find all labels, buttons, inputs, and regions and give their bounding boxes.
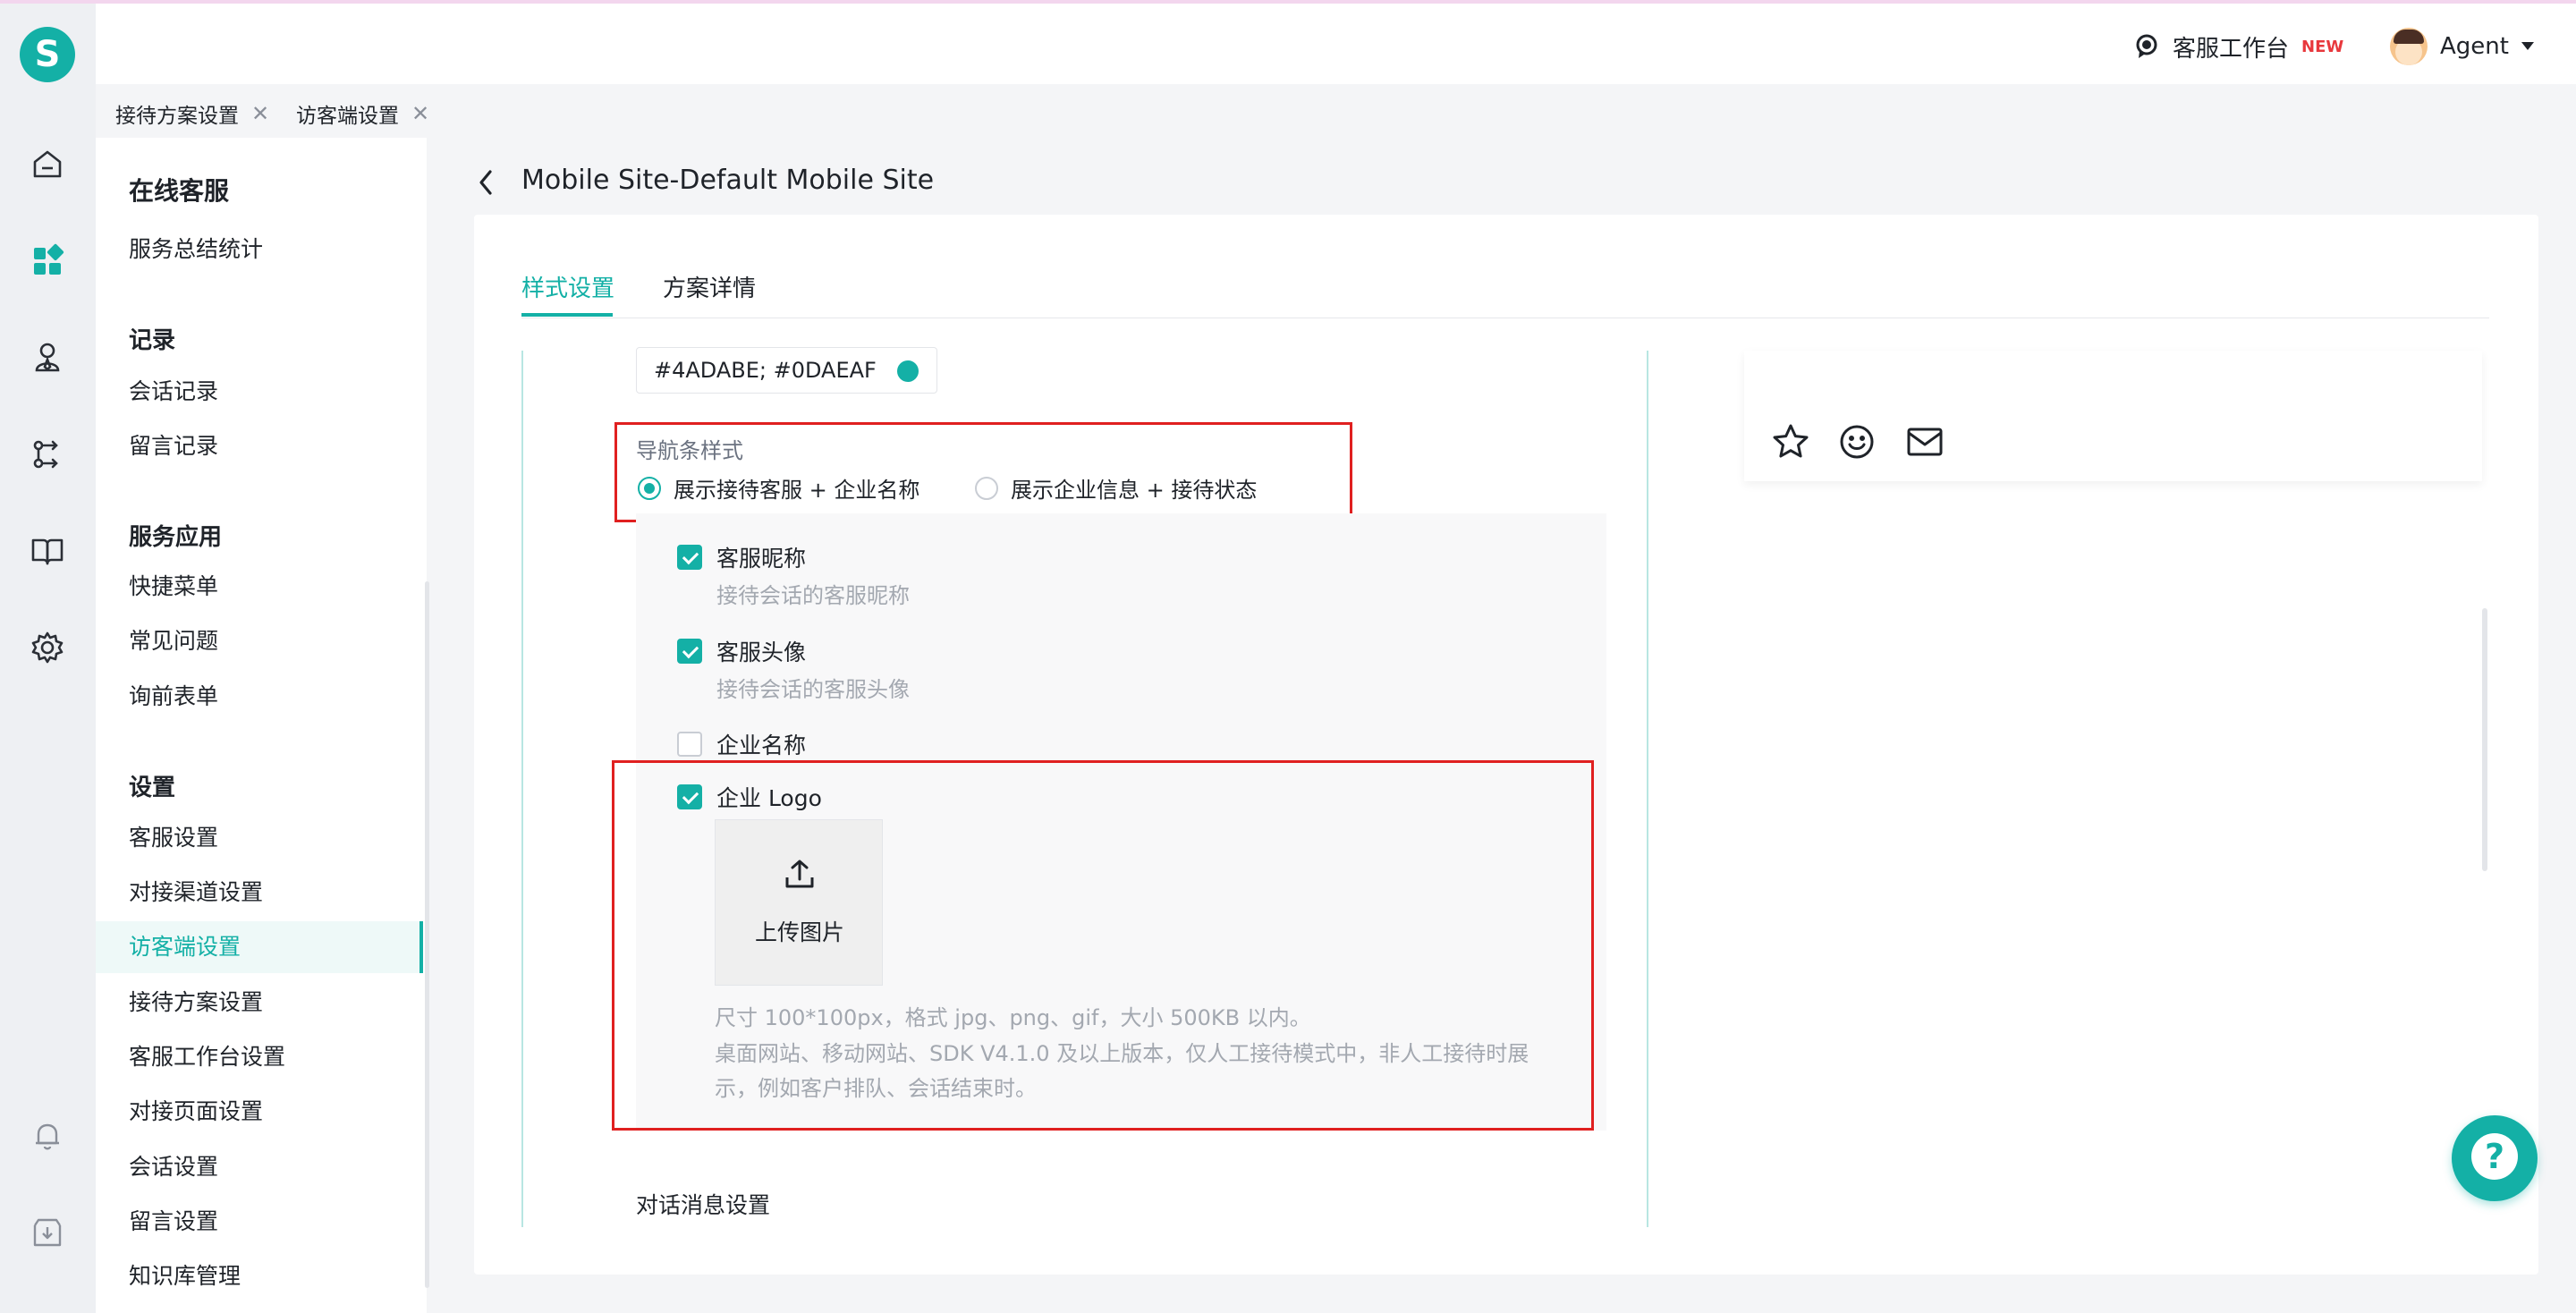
color-swatch[interactable]	[897, 360, 919, 382]
icon-rail: S	[0, 4, 96, 1313]
upload-hint: 示，例如客户排队、会话结束时。	[715, 1076, 1037, 1101]
app-logo[interactable]: S	[20, 27, 75, 82]
workbench-label: 客服工作台	[2173, 35, 2290, 63]
nav-option-agent-company[interactable]: 展示接待客服 + 企业名称	[638, 472, 919, 504]
menu-item-quick-menu[interactable]: 快捷菜单	[96, 561, 423, 613]
menu-group-settings: 设置	[129, 775, 176, 801]
radio-label: 展示接待客服 + 企业名称	[674, 478, 920, 503]
theme-color-value: #4ADABE; #0DAEAF	[654, 358, 877, 383]
mobile-preview	[1744, 351, 2482, 481]
preview-scrollbar[interactable]	[2482, 608, 2487, 871]
help-icon: ?	[2471, 1133, 2518, 1180]
checkbox-description: 接待会话的客服昵称	[716, 583, 910, 608]
checkbox-label: 企业名称	[716, 733, 807, 758]
menu-item-knowledge-base[interactable]: 知识库管理	[96, 1250, 423, 1302]
checkbox-checked[interactable]	[677, 784, 702, 809]
menu-item-message-records[interactable]: 留言记录	[96, 420, 423, 472]
tab-reception-plan[interactable]: 接待方案设置 ✕	[115, 98, 269, 129]
star-icon[interactable]	[1771, 422, 1810, 462]
download-icon[interactable]	[30, 1215, 65, 1250]
nav-option-company-status[interactable]: 展示企业信息 + 接待状态	[975, 472, 1257, 504]
apps-icon[interactable]	[30, 243, 65, 279]
book-icon[interactable]	[30, 533, 65, 569]
menu-item-agent-settings[interactable]: 客服设置	[96, 812, 423, 864]
checkbox-checked[interactable]	[677, 545, 702, 570]
menu-group-apps: 服务应用	[129, 524, 223, 551]
mail-icon[interactable]	[1905, 422, 1945, 462]
message-settings-title: 对话消息设置	[636, 1192, 771, 1218]
caret-down-icon	[2521, 42, 2534, 50]
close-icon[interactable]: ✕	[411, 101, 429, 126]
menu-item-session-settings[interactable]: 会话设置	[96, 1141, 423, 1193]
menu-item-message-settings[interactable]: 留言设置	[96, 1196, 423, 1248]
radio-unselected[interactable]	[975, 476, 998, 500]
menu-item-workbench-settings[interactable]: 客服工作台设置	[96, 1031, 423, 1083]
upload-hint: 尺寸 100*100px，格式 jpg、png、gif，大小 500KB 以内。	[715, 1005, 1311, 1030]
checkbox-company-name[interactable]: 企业名称	[677, 728, 806, 760]
headset-icon	[2136, 34, 2157, 58]
workbench-link[interactable]: 客服工作台 NEW	[2131, 27, 2343, 66]
upload-hint: 桌面网站、移动网站、SDK V4.1.0 及以上版本，仅人工接待模式中，非人工接…	[715, 1041, 1530, 1066]
checkbox-label: 客服头像	[716, 640, 807, 665]
agent-name: Agent	[2440, 33, 2509, 60]
form-guide-line	[1647, 351, 1648, 1227]
checkbox-label: 企业 Logo	[716, 785, 822, 811]
checkbox-unchecked[interactable]	[677, 732, 702, 757]
menu-item-faq[interactable]: 常见问题	[96, 615, 423, 667]
new-badge: NEW	[2301, 37, 2344, 56]
upload-icon	[785, 860, 814, 888]
subtab-active-indicator	[521, 313, 613, 317]
menu-item-summary[interactable]: 服务总结统计	[96, 224, 423, 275]
upload-label: 上传图片	[754, 919, 844, 945]
radio-label: 展示企业信息 + 接待状态	[1011, 478, 1258, 503]
customer-icon[interactable]	[30, 340, 65, 376]
back-arrow-icon[interactable]	[472, 165, 499, 200]
smile-icon[interactable]	[1837, 422, 1877, 462]
page-title: Mobile Site-Default Mobile Site	[521, 165, 935, 196]
menu-item-session-records[interactable]: 会话记录	[96, 366, 423, 418]
menu-item-visitor-settings[interactable]: 访客端设置	[96, 921, 423, 973]
checkbox-checked[interactable]	[677, 639, 702, 664]
help-button[interactable]: ?	[2452, 1115, 2538, 1201]
tab-bar: 接待方案设置 ✕ 访客端设置 ✕	[96, 84, 2576, 138]
settings-icon[interactable]	[30, 630, 65, 665]
theme-color-input[interactable]: #4ADABE; #0DAEAF	[636, 347, 937, 394]
checkbox-company-logo[interactable]: 企业 Logo	[677, 781, 822, 813]
checkbox-label: 客服昵称	[716, 546, 807, 572]
menu-item-channel-settings[interactable]: 对接渠道设置	[96, 867, 423, 919]
logo-upload-button[interactable]: 上传图片	[715, 819, 883, 986]
nav-style-label: 导航条样式	[636, 438, 743, 463]
agent-menu[interactable]: Agent	[2390, 25, 2534, 68]
menu-scrollbar[interactable]	[425, 581, 429, 1288]
avatar	[2390, 28, 2428, 65]
form-guide-line	[521, 351, 523, 1227]
tab-label: 接待方案设置	[115, 105, 239, 128]
checkbox-agent-avatar[interactable]: 客服头像	[677, 635, 806, 667]
home-icon[interactable]	[30, 147, 65, 182]
checkbox-agent-nickname[interactable]: 客服昵称	[677, 541, 806, 573]
tab-label: 访客端设置	[296, 105, 399, 128]
close-icon[interactable]: ✕	[251, 101, 269, 126]
menu-title: 在线客服	[129, 176, 230, 206]
tab-style-settings[interactable]: 样式设置	[521, 270, 614, 303]
checkbox-description: 接待会话的客服头像	[716, 677, 910, 702]
menu-group-records: 记录	[129, 327, 176, 354]
menu-item-pre-chat-form[interactable]: 询前表单	[96, 671, 423, 723]
tab-visitor-settings[interactable]: 访客端设置 ✕	[296, 98, 429, 129]
route-icon[interactable]	[30, 436, 65, 472]
menu-item-reception-plan[interactable]: 接待方案设置	[96, 977, 423, 1029]
side-menu: 在线客服 服务总结统计 记录 会话记录 留言记录 服务应用 快捷菜单 常见问题 …	[96, 138, 427, 1313]
radio-selected[interactable]	[638, 476, 661, 500]
tab-plan-details[interactable]: 方案详情	[663, 270, 756, 303]
menu-item-page-settings[interactable]: 对接页面设置	[96, 1086, 423, 1138]
bell-icon[interactable]	[30, 1118, 65, 1154]
